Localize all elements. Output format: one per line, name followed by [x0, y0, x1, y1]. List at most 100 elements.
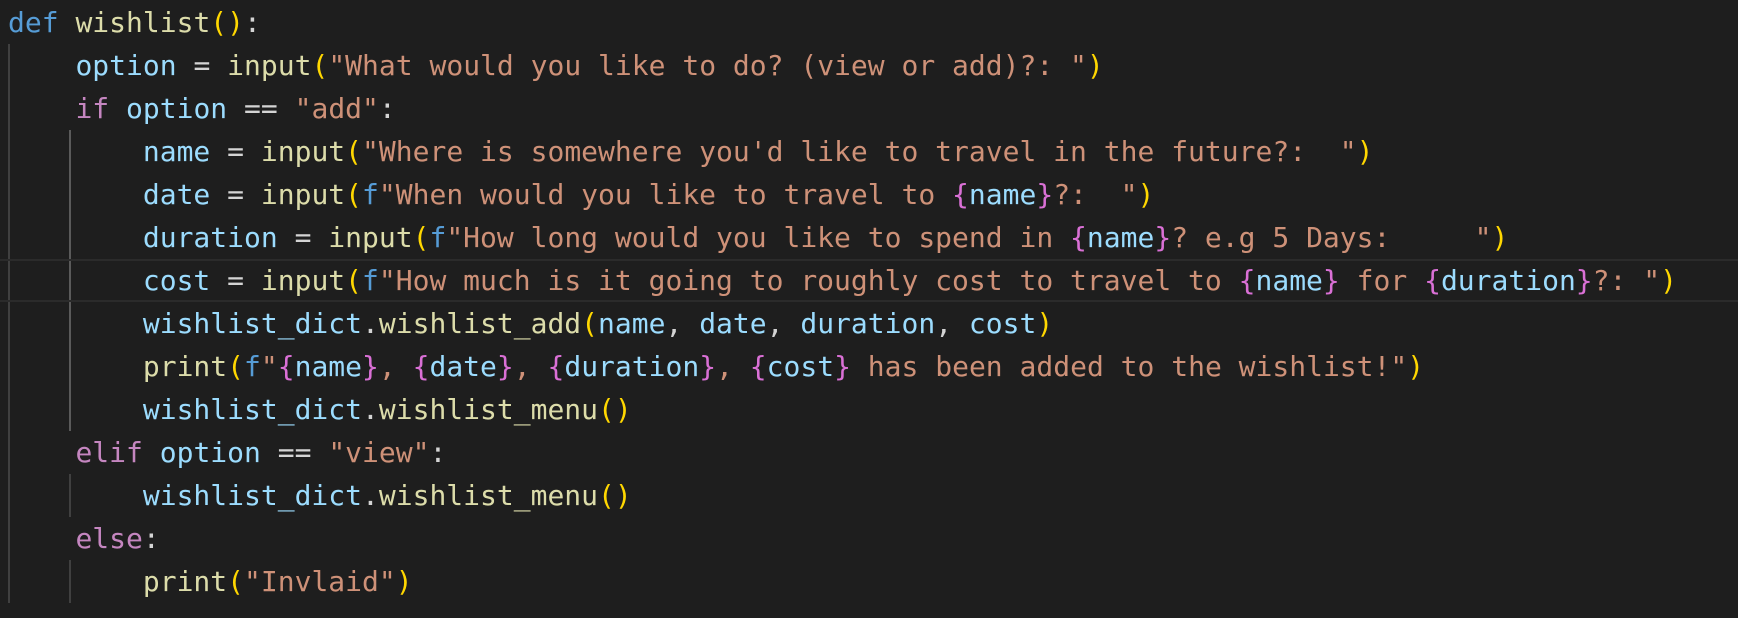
code-token: f: [429, 221, 447, 254]
code-token: }: [1154, 221, 1172, 254]
code-token: (: [227, 350, 245, 383]
code-token: input: [328, 221, 413, 254]
code-token: ): [395, 565, 413, 598]
code-token: wishlist: [75, 6, 211, 39]
code-token: (: [581, 307, 599, 340]
code-token: f: [244, 350, 261, 383]
code-token: wishlist_menu: [378, 393, 599, 426]
code-token: option: [75, 49, 177, 82]
code-line[interactable]: duration = input(f"How long would you li…: [0, 216, 1738, 259]
indentation: [8, 522, 75, 555]
code-token: name: [1086, 221, 1155, 254]
code-line[interactable]: else:: [0, 517, 1738, 560]
code-token: input: [260, 264, 346, 297]
code-token: }: [834, 350, 851, 383]
code-token: (: [227, 565, 245, 598]
code-token: "When would you like to travel to: [378, 178, 953, 211]
code-token: }: [1036, 178, 1054, 211]
code-token: ,: [766, 307, 801, 340]
indentation: [8, 436, 75, 469]
code-token: {: [1424, 264, 1441, 297]
indentation: [8, 92, 75, 125]
code-token: option: [126, 92, 228, 125]
code-line[interactable]: print("Invlaid"): [0, 560, 1738, 603]
code-token: "Where is somewhere you'd like to travel…: [362, 135, 1357, 168]
code-token: name: [1255, 264, 1323, 297]
code-token: =: [277, 221, 329, 254]
code-token: ): [1356, 135, 1374, 168]
code-token: name: [598, 307, 666, 340]
code-token: "add": [294, 92, 379, 125]
code-token: {: [952, 178, 969, 211]
code-line[interactable]: name = input("Where is somewhere you'd l…: [0, 130, 1738, 173]
code-line[interactable]: wishlist_dict.wishlist_menu(): [0, 474, 1738, 517]
code-line[interactable]: print(f"{name}, {date}, {duration}, {cos…: [0, 345, 1738, 388]
code-line[interactable]: elif option == "view":: [0, 431, 1738, 474]
code-token: cost: [766, 350, 835, 383]
code-line[interactable]: wishlist_dict.wishlist_add(name, date, d…: [0, 302, 1738, 345]
code-token: cost: [142, 264, 211, 297]
code-token: ? e.g 5 Days: ": [1171, 221, 1492, 254]
code-token: option: [159, 436, 261, 469]
code-token: =: [210, 178, 261, 211]
code-token: wishlist_add: [378, 307, 582, 340]
code-token: }: [1322, 264, 1340, 297]
code-token: {: [412, 350, 430, 383]
code-token: ,: [665, 307, 700, 340]
code-line[interactable]: wishlist_dict.wishlist_menu(): [0, 388, 1738, 431]
code-line-current[interactable]: cost = input(f"How much is it going to r…: [0, 259, 1738, 302]
indentation: [8, 565, 143, 598]
code-token: :: [378, 92, 396, 125]
indentation: [8, 350, 143, 383]
code-token: input: [227, 49, 312, 82]
code-token: (: [345, 178, 363, 211]
code-token: print: [142, 350, 228, 383]
code-token: }: [1575, 264, 1593, 297]
code-token: duration: [800, 307, 936, 340]
indentation: [8, 49, 75, 82]
code-line[interactable]: date = input(f"When would you like to tr…: [0, 173, 1738, 216]
code-token: ): [1086, 49, 1104, 82]
code-line[interactable]: if option == "add":: [0, 87, 1738, 130]
code-token: =: [210, 264, 261, 297]
code-token: duration: [142, 221, 278, 254]
indentation: [8, 479, 143, 512]
code-token: ): [1137, 178, 1155, 211]
code-editor[interactable]: def wishlist(): option = input("What wou…: [0, 0, 1738, 618]
indentation: [8, 178, 143, 211]
code-token: {: [547, 350, 565, 383]
code-token: (: [311, 49, 329, 82]
code-token: :: [142, 522, 160, 555]
code-token: f: [362, 178, 379, 211]
code-token: {: [277, 350, 295, 383]
indentation: [8, 221, 143, 254]
code-token: wishlist_dict: [142, 307, 363, 340]
code-token: input: [260, 135, 346, 168]
code-token: ,: [716, 350, 750, 383]
code-token: .: [362, 479, 379, 512]
code-token: (): [210, 6, 245, 39]
code-token: (: [412, 221, 430, 254]
code-token: ==: [227, 92, 295, 125]
code-token: date: [699, 307, 767, 340]
code-token: {: [749, 350, 767, 383]
code-line[interactable]: option = input("What would you like to d…: [0, 44, 1738, 87]
code-token: }: [496, 350, 514, 383]
code-token: ,: [513, 350, 548, 383]
code-token: name: [142, 135, 211, 168]
code-line[interactable]: def wishlist():: [0, 1, 1738, 44]
code-token: input: [260, 178, 346, 211]
code-token: "Invlaid": [244, 565, 396, 598]
code-token: ?: ": [1592, 264, 1661, 297]
code-token: "How much is it going to roughly cost to…: [378, 264, 1239, 297]
code-token: duration: [1440, 264, 1576, 297]
code-token: .: [362, 393, 379, 426]
code-token: "What would you like to do? (view or add…: [328, 49, 1087, 82]
code-token: ?: ": [1053, 178, 1138, 211]
code-token: {: [1238, 264, 1256, 297]
code-token: ): [1491, 221, 1509, 254]
code-token: :: [244, 6, 261, 39]
